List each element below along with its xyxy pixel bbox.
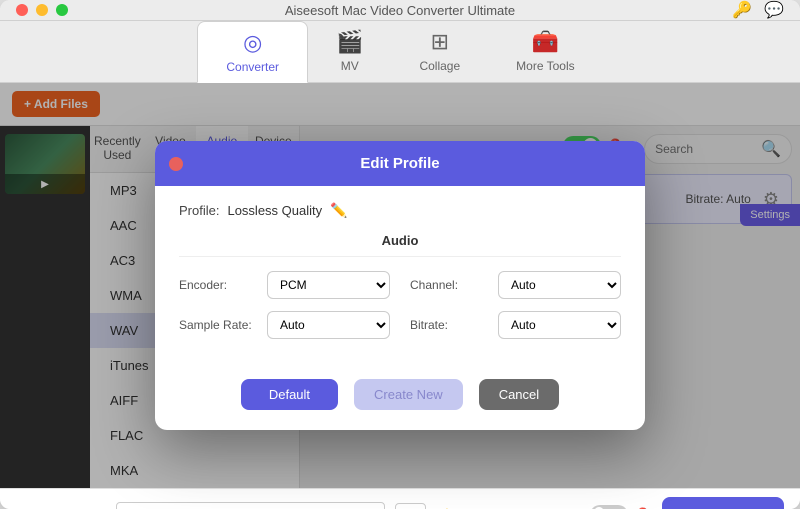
more-tools-icon: 🧰: [532, 29, 559, 55]
channel-row: Channel: Auto: [410, 271, 621, 299]
traffic-lights: [16, 4, 68, 16]
profile-label: Profile:: [179, 203, 219, 218]
minimize-button[interactable]: [36, 4, 48, 16]
audio-section-title: Audio: [179, 233, 621, 257]
nav-tabs: ◎ Converter 🎬 MV ⊞ Collage 🧰 More Tools: [0, 21, 800, 83]
converter-icon: ◎: [243, 30, 262, 56]
bitrate-label: Bitrate:: [410, 318, 490, 332]
tab-more-tools[interactable]: 🧰 More Tools: [488, 21, 602, 82]
snapshot-button[interactable]: 📷: [395, 503, 426, 509]
tab-mv[interactable]: 🎬 MV: [308, 21, 391, 82]
tab-converter[interactable]: ◎ Converter: [197, 21, 308, 83]
convert-all-button[interactable]: Convert All: [662, 497, 784, 509]
channel-select[interactable]: Auto: [498, 271, 621, 299]
edit-profile-modal: Edit Profile Profile: Lossless Quality ✏…: [155, 141, 645, 430]
profile-row: Profile: Lossless Quality ✏️: [179, 202, 621, 219]
maximize-button[interactable]: [56, 4, 68, 16]
tab-mv-label: MV: [341, 59, 359, 73]
form-grid: Encoder: PCM Channel: Auto: [179, 271, 621, 339]
tab-collage-label: Collage: [419, 59, 460, 73]
edit-pen-icon[interactable]: ✏️: [330, 202, 347, 219]
modal-footer: Default Create New Cancel: [155, 379, 645, 430]
cancel-button[interactable]: Cancel: [479, 379, 559, 410]
close-button[interactable]: [16, 4, 28, 16]
bitrate-select[interactable]: Auto: [498, 311, 621, 339]
encoder-row: Encoder: PCM: [179, 271, 390, 299]
modal-header: Edit Profile: [155, 141, 645, 186]
modal-overlay: Edit Profile Profile: Lossless Quality ✏…: [0, 83, 800, 488]
title-bar: Aiseesoft Mac Video Converter Ultimate 🔑…: [0, 0, 800, 21]
default-button[interactable]: Default: [241, 379, 338, 410]
sample-rate-select[interactable]: Auto: [267, 311, 390, 339]
sample-rate-row: Sample Rate: Auto: [179, 311, 390, 339]
modal-title: Edit Profile: [360, 155, 439, 172]
tab-more-tools-label: More Tools: [516, 59, 574, 73]
encoder-label: Encoder:: [179, 278, 259, 292]
window-title: Aiseesoft Mac Video Converter Ultimate: [285, 3, 515, 18]
tab-collage[interactable]: ⊞ Collage: [391, 21, 488, 82]
key-icon[interactable]: 🔑: [732, 0, 752, 20]
bitrate-row: Bitrate: Auto: [410, 311, 621, 339]
create-new-button[interactable]: Create New: [354, 379, 463, 410]
collage-icon: ⊞: [431, 29, 449, 55]
modal-body: Profile: Lossless Quality ✏️ Audio Encod…: [155, 186, 645, 379]
faster-conversion: ⚡ 120x Faster Conversion OFF ❓: [436, 505, 652, 509]
output-format-select[interactable]: WAV-Lossless Quality: [116, 502, 385, 509]
channel-label: Channel:: [410, 278, 490, 292]
bottom-bar: Output Format: WAV-Lossless Quality 📷 ⚡ …: [0, 488, 800, 509]
modal-close-button[interactable]: [169, 157, 183, 171]
main-content: + Add Files ▶ Recently Used Vi: [0, 83, 800, 488]
faster-toggle[interactable]: OFF: [590, 505, 628, 509]
main-window: Aiseesoft Mac Video Converter Ultimate 🔑…: [0, 0, 800, 509]
title-icons: 🔑 💬: [732, 0, 784, 20]
tab-converter-label: Converter: [226, 60, 279, 74]
message-icon[interactable]: 💬: [764, 0, 784, 20]
output-format-row: Output Format: WAV-Lossless Quality 📷 ⚡ …: [16, 497, 784, 509]
sample-rate-label: Sample Rate:: [179, 318, 259, 332]
mv-icon: 🎬: [336, 29, 363, 55]
profile-name: Lossless Quality: [227, 203, 322, 218]
encoder-select[interactable]: PCM: [267, 271, 390, 299]
